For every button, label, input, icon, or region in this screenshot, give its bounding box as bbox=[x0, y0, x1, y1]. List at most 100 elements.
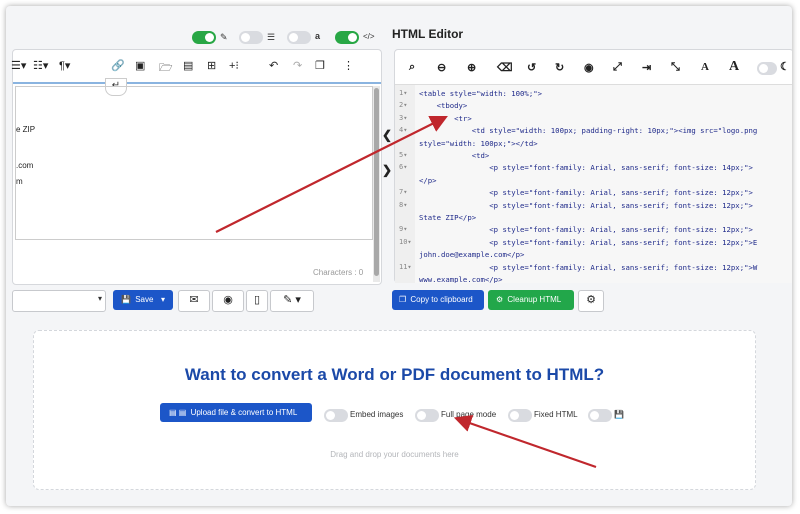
arrow-left-icon[interactable]: ❮ bbox=[382, 128, 392, 142]
search-icon[interactable]: ⌕ bbox=[409, 61, 415, 74]
line-number: 11▾ bbox=[399, 262, 412, 271]
mobile-button[interactable]: ▯ bbox=[246, 290, 268, 312]
folder-icon[interactable]: 🗁 bbox=[159, 59, 173, 78]
bullet-list-icon[interactable]: ☰▾ bbox=[11, 59, 26, 72]
preview-button[interactable]: ◉ bbox=[212, 290, 244, 312]
email-button[interactable]: ✉ bbox=[178, 290, 210, 312]
html-editor-title: HTML Editor bbox=[392, 27, 464, 41]
code-line: <td> bbox=[419, 151, 490, 160]
content-line: m bbox=[16, 177, 23, 186]
code-line: www.example.com</p> bbox=[419, 275, 503, 283]
code-line: State ZIP</p> bbox=[419, 213, 477, 222]
line-number: 1▾ bbox=[399, 89, 408, 97]
full-page-mode-toggle[interactable] bbox=[415, 409, 439, 422]
code-line: <p style="font-family: Arial, sans-serif… bbox=[419, 163, 753, 173]
toggle-visual-editor[interactable] bbox=[192, 31, 216, 44]
embed-images-label: Embed images bbox=[350, 410, 404, 419]
envelope-icon: ✉ bbox=[189, 294, 199, 306]
magic-wand-icon: ✎ ▾ bbox=[283, 294, 301, 306]
numbered-list-icon[interactable]: ☷▾ bbox=[33, 59, 48, 72]
toggle-amazon[interactable] bbox=[287, 31, 311, 44]
link-icon[interactable]: 🔗 bbox=[111, 59, 125, 72]
line-number: 9▾ bbox=[399, 225, 408, 234]
font-larger-icon[interactable]: A bbox=[729, 59, 739, 75]
magic-button[interactable]: ✎ ▾ bbox=[270, 290, 314, 312]
line-number: 3▾ bbox=[399, 113, 408, 122]
upload-convert-button[interactable]: ▤ ▤ Upload file & convert to HTML bbox=[160, 403, 312, 422]
fixed-html-toggle[interactable] bbox=[508, 409, 532, 422]
table-icon[interactable]: ⊞ bbox=[207, 59, 216, 72]
moon-icon: ☾ bbox=[780, 61, 790, 73]
more-icon[interactable]: ⋮ bbox=[343, 59, 354, 72]
toggle-sliders[interactable] bbox=[239, 31, 263, 44]
content-line: e ZIP bbox=[16, 125, 36, 134]
sliders-icon: ☰ bbox=[267, 32, 276, 42]
editor-content[interactable]: e ZIP .com m bbox=[15, 86, 373, 240]
undo-icon[interactable]: ↶ bbox=[269, 59, 278, 72]
save-label: Save bbox=[135, 295, 154, 304]
scrollbar-thumb[interactable] bbox=[374, 88, 379, 276]
eye-icon: ◉ bbox=[223, 294, 233, 306]
redo-icon[interactable]: ↷ bbox=[293, 59, 302, 72]
convert-panel[interactable]: Want to convert a Word or PDF document t… bbox=[33, 330, 756, 490]
video-icon[interactable]: ▤ bbox=[183, 59, 193, 72]
chevron-down-icon: ▾ bbox=[97, 294, 102, 303]
characters-count: Characters : 0 bbox=[313, 268, 364, 277]
save-button[interactable]: 💾 Save ▾ bbox=[113, 290, 173, 310]
editor-scrollbar[interactable] bbox=[373, 86, 380, 282]
template-select[interactable]: ▾ bbox=[12, 290, 106, 312]
eye-icon[interactable]: ◉ bbox=[584, 61, 594, 74]
arrow-right-icon[interactable]: ❯ bbox=[382, 163, 392, 177]
pencil-icon: ✎ bbox=[220, 32, 228, 42]
drag-drop-hint: Drag and drop your documents here bbox=[330, 450, 459, 459]
toolbar-divider bbox=[13, 82, 381, 84]
mobile-icon: ▯ bbox=[253, 294, 261, 306]
gear-icon: ⚙ bbox=[586, 294, 596, 306]
cleanup-label: Cleanup HTML bbox=[507, 295, 562, 304]
amazon-icon: a bbox=[315, 31, 321, 41]
save-toggle[interactable] bbox=[588, 409, 612, 422]
indent-icon[interactable]: ⇥ bbox=[642, 61, 651, 74]
code-line: <tr> bbox=[419, 113, 472, 123]
eraser-icon[interactable]: ⌫ bbox=[497, 61, 513, 74]
fixed-html-label: Fixed HTML bbox=[534, 410, 578, 419]
embed-images-toggle[interactable] bbox=[324, 409, 348, 422]
fullscreen-icon[interactable]: ⤢ bbox=[613, 61, 622, 74]
code-line: <p style="font-family: Arial, sans-serif… bbox=[419, 237, 758, 247]
code-line: style="width: 100px;"></td> bbox=[419, 138, 538, 148]
dark-mode-toggle[interactable] bbox=[757, 62, 777, 75]
code-line: <p style="font-family: Arial, sans-serif… bbox=[419, 188, 753, 198]
save-icon: 💾 bbox=[614, 410, 624, 419]
upload-label: Upload file & convert to HTML bbox=[190, 408, 298, 417]
code-line: <tbody> bbox=[419, 101, 468, 111]
gears-icon: ⚙ bbox=[496, 295, 504, 304]
cleanup-html-button[interactable]: ⚙ Cleanup HTML bbox=[488, 290, 574, 310]
collapse-icon[interactable]: ⤡ bbox=[671, 61, 680, 74]
font-smaller-icon[interactable]: A bbox=[701, 61, 709, 73]
line-number: 5▾ bbox=[399, 151, 408, 159]
code-icon: </> bbox=[363, 32, 375, 41]
copy-icon[interactable]: ❐ bbox=[315, 59, 325, 72]
code-line: <table style="width: 100%;"> bbox=[419, 89, 543, 98]
settings-button[interactable]: ⚙ bbox=[578, 290, 604, 312]
copy-to-clipboard-button[interactable]: ❐ Copy to clipboard bbox=[392, 290, 484, 310]
undo-icon[interactable]: ↺ bbox=[527, 61, 536, 74]
save-icon: 💾 bbox=[121, 295, 131, 304]
line-number: 2▾ bbox=[399, 101, 408, 110]
line-number: 7▾ bbox=[399, 188, 408, 197]
redo-icon[interactable]: ↻ bbox=[555, 61, 564, 74]
zoom-out-icon[interactable]: ⊖ bbox=[437, 61, 446, 74]
insert-icon[interactable]: +⁝ bbox=[229, 59, 239, 72]
convert-heading: Want to convert a Word or PDF document t… bbox=[184, 365, 605, 384]
copy-label: Copy to clipboard bbox=[410, 295, 473, 304]
line-number: 8▾ bbox=[399, 200, 408, 209]
app-window: ✎ ☰ a </> ☰▾ ☷▾ ¶▾ 🔗 ▣ 🗁 ▤ ⊞ +⁝ ↶ ↷ ❐ ⋮ … bbox=[6, 6, 792, 506]
toggle-code[interactable] bbox=[335, 31, 359, 44]
chevron-down-icon: ▾ bbox=[161, 295, 166, 304]
visual-editor: ☰▾ ☷▾ ¶▾ 🔗 ▣ 🗁 ▤ ⊞ +⁝ ↶ ↷ ❐ ⋮ ↵ e ZIP .c… bbox=[11, 49, 382, 285]
code-area[interactable]: 1▾ <table style="width: 100%;"> 2▾ <tbody>… bbox=[395, 84, 792, 283]
image-icon[interactable]: ▣ bbox=[135, 59, 145, 72]
paragraph-icon[interactable]: ¶▾ bbox=[59, 59, 70, 72]
zoom-in-icon[interactable]: ⊕ bbox=[467, 61, 476, 74]
code-line: <p style="font-family: Arial, sans-serif… bbox=[419, 200, 753, 210]
